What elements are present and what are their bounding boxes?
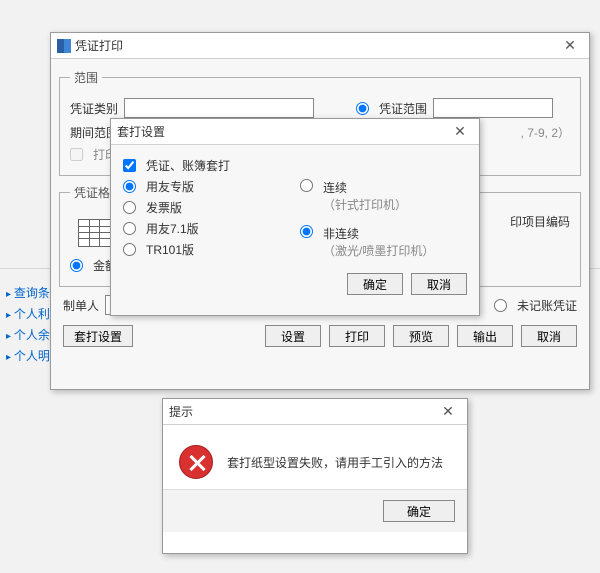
range-hint-tail: , 7-9, 2） [521, 124, 570, 141]
template-ok-button[interactable]: 确定 [347, 273, 403, 295]
style-fp-radio[interactable] [123, 201, 136, 214]
voucher-print-title: 凭证打印 [75, 37, 123, 54]
template-settings-button[interactable]: 套打设置 [63, 325, 133, 347]
link-personal3[interactable]: 个人明 [6, 347, 50, 364]
export-button[interactable]: 输出 [457, 325, 513, 347]
template-dialog-titlebar: 套打设置 ✕ [111, 119, 479, 145]
link-query[interactable]: 查询条 [6, 284, 50, 301]
sidebar-links: 查询条 个人利 个人余 个人明 [6, 280, 50, 368]
style-yy71-radio[interactable] [123, 222, 136, 235]
voucher-type-combo[interactable] [124, 98, 314, 118]
message-dialog-titlebar: 提示 ✕ [163, 399, 467, 425]
app-icon [57, 39, 71, 53]
continuous-radio[interactable] [300, 179, 313, 192]
close-icon[interactable]: ✕ [435, 402, 461, 422]
settings-button[interactable]: 设置 [265, 325, 321, 347]
voucher-range-input[interactable] [433, 98, 553, 118]
style-tr-radio[interactable] [123, 243, 136, 256]
print-button[interactable]: 打印 [329, 325, 385, 347]
range-legend: 范围 [70, 69, 102, 86]
message-dialog-title: 提示 [169, 403, 193, 420]
voucher-range-radio[interactable] [356, 102, 369, 115]
link-personal2[interactable]: 个人余 [6, 326, 50, 343]
voucher-range-label: 凭证范围 [379, 100, 427, 117]
continuous-hint: （针式打印机） [323, 196, 407, 213]
voucher-type-label: 凭证类别 [70, 100, 118, 117]
template-dialog: 套打设置 ✕ 凭证、账簿套打 用友专版 发票版 用友7.1版 TR101版 连续 [110, 118, 480, 316]
voucher-print-titlebar: 凭证打印 ✕ [51, 33, 589, 59]
style-yy-label: 用友专版 [146, 178, 194, 195]
noncontinuous-label: 非连续 [323, 225, 434, 242]
unposted-radio[interactable] [494, 299, 507, 312]
preview-button[interactable]: 预览 [393, 325, 449, 347]
message-ok-button[interactable]: 确定 [383, 500, 455, 522]
message-dialog: 提示 ✕ 套打纸型设置失败，请用手工引入的方法 确定 [162, 398, 468, 554]
noncontinuous-radio[interactable] [300, 225, 313, 238]
voucher-book-label: 凭证、账簿套打 [146, 157, 230, 174]
project-code-tail: 印项目编码 [510, 213, 570, 230]
style-fp-label: 发票版 [146, 199, 182, 216]
message-text: 套打纸型设置失败，请用手工引入的方法 [227, 454, 443, 471]
link-personal1[interactable]: 个人利 [6, 305, 50, 322]
voucher-book-check[interactable] [123, 159, 136, 172]
cancel-button[interactable]: 取消 [521, 325, 577, 347]
error-icon [179, 445, 213, 479]
maker-label: 制单人 [63, 297, 99, 314]
style-yy71-label: 用友7.1版 [146, 220, 199, 237]
close-icon[interactable]: ✕ [447, 122, 473, 142]
continuous-label: 连续 [323, 179, 407, 196]
unposted-label: 未记账凭证 [517, 297, 577, 314]
close-icon[interactable]: ✕ [557, 36, 583, 56]
amount-style-radio[interactable] [70, 259, 83, 272]
template-cancel-button[interactable]: 取消 [411, 273, 467, 295]
noncontinuous-hint: （激光/喷墨打印机） [323, 242, 434, 259]
grid-preview-icon [78, 219, 114, 247]
template-dialog-title: 套打设置 [117, 123, 165, 140]
print-query-check [70, 148, 83, 161]
style-tr-label: TR101版 [146, 241, 194, 258]
style-yy-radio[interactable] [123, 180, 136, 193]
